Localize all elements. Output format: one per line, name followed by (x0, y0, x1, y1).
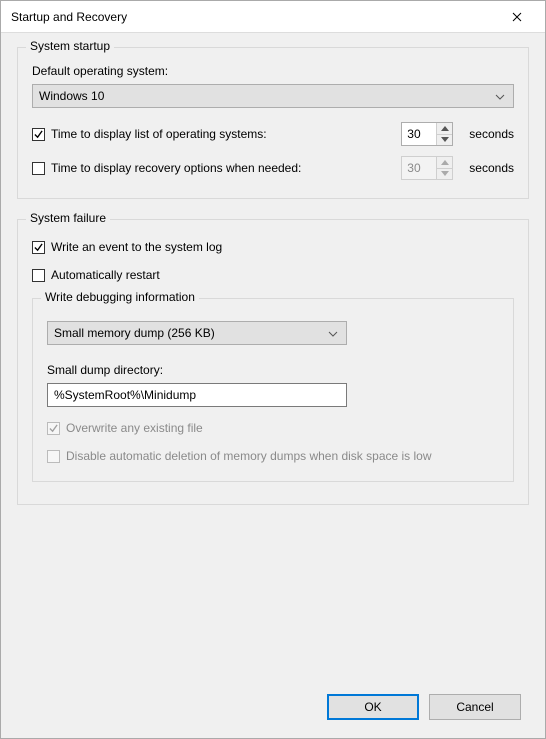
close-button[interactable] (497, 3, 537, 31)
label-display-recovery: Time to display recovery options when ne… (51, 161, 301, 175)
checkbox-disable-delete (47, 450, 60, 463)
checkbox-write-event[interactable] (32, 241, 45, 254)
row-write-event: Write an event to the system log (32, 240, 514, 254)
row-auto-restart: Automatically restart (32, 268, 514, 282)
dialog-buttons: OK Cancel (327, 694, 521, 720)
checkbox-display-list[interactable] (32, 128, 45, 141)
label-write-event: Write an event to the system log (51, 240, 222, 254)
group-label-failure: System failure (26, 211, 110, 225)
label-auto-restart: Automatically restart (51, 268, 160, 282)
group-system-failure: System failure Write an event to the sys… (17, 219, 529, 505)
label-overwrite: Overwrite any existing file (66, 421, 203, 435)
unit-display-list: seconds (469, 127, 514, 141)
checkbox-display-recovery[interactable] (32, 162, 45, 175)
dump-dir-label: Small dump directory: (47, 363, 499, 377)
window-title: Startup and Recovery (11, 10, 497, 24)
dump-type-value: Small memory dump (256 KB) (54, 326, 215, 340)
group-label-startup: System startup (26, 39, 114, 53)
row-disable-delete: Disable automatic deletion of memory dum… (47, 449, 499, 463)
spinner-display-list-input[interactable] (402, 123, 436, 145)
cancel-button[interactable]: Cancel (429, 694, 521, 720)
spinner-display-recovery-input (402, 157, 436, 179)
checkbox-overwrite (47, 422, 60, 435)
spinner-down-icon (437, 168, 452, 180)
spinner-buttons-disabled (436, 157, 452, 179)
spinner-up-icon[interactable] (437, 123, 452, 134)
dump-type-combo[interactable]: Small memory dump (256 KB) (47, 321, 347, 345)
label-display-list: Time to display list of operating system… (51, 127, 267, 141)
checkbox-auto-restart[interactable] (32, 269, 45, 282)
default-os-value: Windows 10 (39, 89, 104, 103)
chevron-down-icon (328, 326, 338, 340)
row-display-recovery: Time to display recovery options when ne… (32, 156, 514, 180)
spinner-down-icon[interactable] (437, 134, 452, 146)
titlebar: Startup and Recovery (1, 1, 545, 33)
label-disable-delete: Disable automatic deletion of memory dum… (66, 449, 432, 463)
chevron-down-icon (495, 89, 505, 103)
close-icon (512, 12, 522, 22)
unit-display-recovery: seconds (469, 161, 514, 175)
spinner-display-list[interactable] (401, 122, 453, 146)
dialog-content: System startup Default operating system:… (1, 33, 545, 738)
spinner-display-recovery (401, 156, 453, 180)
dialog-window: Startup and Recovery System startup Defa… (0, 0, 546, 739)
spinner-up-icon (437, 157, 452, 168)
group-label-debug: Write debugging information (41, 290, 199, 304)
default-os-label: Default operating system: (32, 64, 514, 78)
dump-dir-input[interactable] (47, 383, 347, 407)
row-overwrite: Overwrite any existing file (47, 421, 499, 435)
row-display-list: Time to display list of operating system… (32, 122, 514, 146)
group-system-startup: System startup Default operating system:… (17, 47, 529, 199)
default-os-combo[interactable]: Windows 10 (32, 84, 514, 108)
ok-button[interactable]: OK (327, 694, 419, 720)
group-debug-info: Write debugging information Small memory… (32, 298, 514, 482)
spinner-buttons[interactable] (436, 123, 452, 145)
